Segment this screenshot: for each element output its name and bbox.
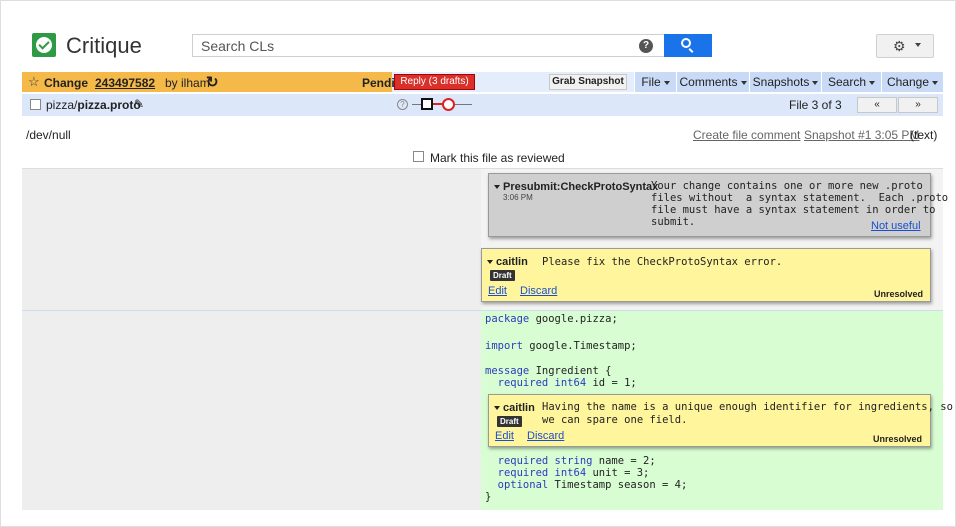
search-icon — [681, 38, 691, 48]
chevron-down-icon — [812, 80, 819, 85]
file-name: pizza.proto — [77, 98, 141, 112]
file-bar: pizza/pizza.proto ✎ ? File 3 of 3 « » — [22, 94, 943, 116]
comment-time: 3:06 PM — [503, 193, 533, 202]
current-snapshot-marker[interactable] — [442, 98, 455, 111]
mark-reviewed-label: Mark this file as reviewed — [430, 151, 565, 165]
code-line: required string name = 2; — [485, 455, 656, 467]
code-line: optional Timestamp season = 4; — [485, 479, 688, 491]
code-line: } — [485, 491, 492, 503]
draft-badge: Draft — [497, 416, 522, 427]
star-icon[interactable]: ☆ — [28, 74, 40, 90]
change-label: Change — [44, 76, 89, 90]
snapshot-link[interactable]: Snapshot #1 3:05 PM — [804, 128, 919, 142]
edit-link[interactable]: Edit — [488, 285, 507, 297]
comment-body: Having the name is a unique enough ident… — [542, 401, 953, 426]
comment-body: Please fix the CheckProtoSyntax error. — [542, 256, 783, 268]
grab-snapshot-button[interactable]: Grab Snapshot — [549, 74, 627, 90]
refresh-icon[interactable]: ↻ — [206, 73, 219, 91]
search-input[interactable] — [192, 34, 664, 57]
collapse-icon — [487, 260, 493, 265]
draft-comment: caitlin Having the name is a unique enou… — [488, 394, 953, 447]
code-line: message Ingredient { — [485, 365, 612, 377]
menu-file[interactable]: File — [634, 72, 676, 92]
pencil-icon[interactable]: ✎ — [134, 97, 144, 111]
menu-snapshots-label: Snapshots — [752, 75, 810, 89]
top-header: Critique ? ⚙ — [0, 0, 956, 70]
chevron-down-icon — [869, 80, 876, 85]
collapse-icon — [494, 406, 500, 411]
left-diff-pane — [22, 168, 481, 310]
chevron-down-icon — [915, 43, 921, 47]
comment-status: Unresolved — [873, 434, 923, 444]
snapshot-type: (text) — [910, 128, 938, 142]
comment-author-name: caitlin — [503, 402, 535, 414]
chevron-down-icon — [932, 80, 939, 85]
comment-author[interactable]: Presubmit:CheckProtoSyntax — [494, 181, 658, 193]
discard-link[interactable]: Discard — [527, 430, 564, 442]
gear-icon: ⚙ — [893, 38, 906, 54]
presubmit-comment: Presubmit:CheckProtoSyntax 3:06 PM Your … — [488, 173, 948, 237]
change-number-link[interactable]: 243497582 — [95, 76, 155, 90]
file-path[interactable]: pizza/pizza.proto — [46, 98, 141, 112]
file-select-checkbox[interactable] — [30, 99, 41, 110]
comment-status: Unresolved — [874, 289, 924, 299]
edit-link[interactable]: Edit — [495, 430, 514, 442]
menu-comments-label: Comments — [679, 75, 738, 89]
settings-button[interactable]: ⚙ — [876, 34, 934, 58]
change-bar: ☆ Change 243497582 by ilham ↻ Pending Re… — [22, 72, 943, 92]
critique-logo-icon — [32, 33, 56, 57]
left-file-path: /dev/null — [26, 128, 71, 142]
app-name: Critique — [66, 33, 142, 58]
reply-button[interactable]: Reply (3 drafts) — [394, 74, 475, 90]
not-useful-link[interactable]: Not useful — [871, 220, 921, 232]
code-line: import google.Timestamp; — [485, 340, 637, 352]
comment-author[interactable]: caitlin — [494, 402, 535, 414]
draft-badge: Draft — [490, 270, 515, 281]
menu-change[interactable]: Change — [881, 72, 943, 92]
search-button[interactable] — [664, 34, 712, 57]
menu-search-label: Search — [827, 75, 867, 89]
path-row: /dev/null Create file comment Snapshot #… — [22, 118, 943, 168]
menu-snapshots[interactable]: Snapshots — [749, 72, 821, 92]
chevron-down-icon — [663, 80, 670, 85]
mark-reviewed-checkbox[interactable] — [413, 151, 424, 162]
comment-author-name: Presubmit:CheckProtoSyntax — [503, 181, 659, 193]
comment-author[interactable]: caitlin — [487, 256, 528, 268]
draft-comment: caitlin Please fix the CheckProtoSyntax … — [481, 248, 931, 302]
comment-author-name: caitlin — [496, 256, 528, 268]
menu-search[interactable]: Search — [821, 72, 881, 92]
code-line: required int64 unit = 3; — [485, 467, 650, 479]
diff-help-icon[interactable]: ? — [397, 99, 408, 110]
file-dir: pizza/ — [46, 98, 78, 112]
change-author: by ilham — [165, 76, 210, 90]
base-snapshot-marker[interactable] — [421, 98, 433, 110]
create-file-comment-link[interactable]: Create file comment — [693, 128, 800, 142]
help-icon[interactable]: ? — [639, 39, 653, 53]
chevron-down-icon — [740, 80, 747, 85]
next-file-button[interactable]: » — [898, 97, 938, 113]
previous-file-button[interactable]: « — [857, 97, 897, 113]
left-code-pane — [22, 310, 481, 510]
code-line: package google.pizza; — [485, 313, 618, 325]
menu-comments[interactable]: Comments — [676, 72, 749, 92]
discard-link[interactable]: Discard — [520, 285, 557, 297]
code-line: required int64 id = 1; — [485, 377, 637, 389]
file-counter: File 3 of 3 — [789, 98, 842, 112]
collapse-icon — [494, 185, 500, 190]
menu-change-label: Change — [886, 75, 930, 89]
menu-file-label: File — [641, 75, 661, 89]
